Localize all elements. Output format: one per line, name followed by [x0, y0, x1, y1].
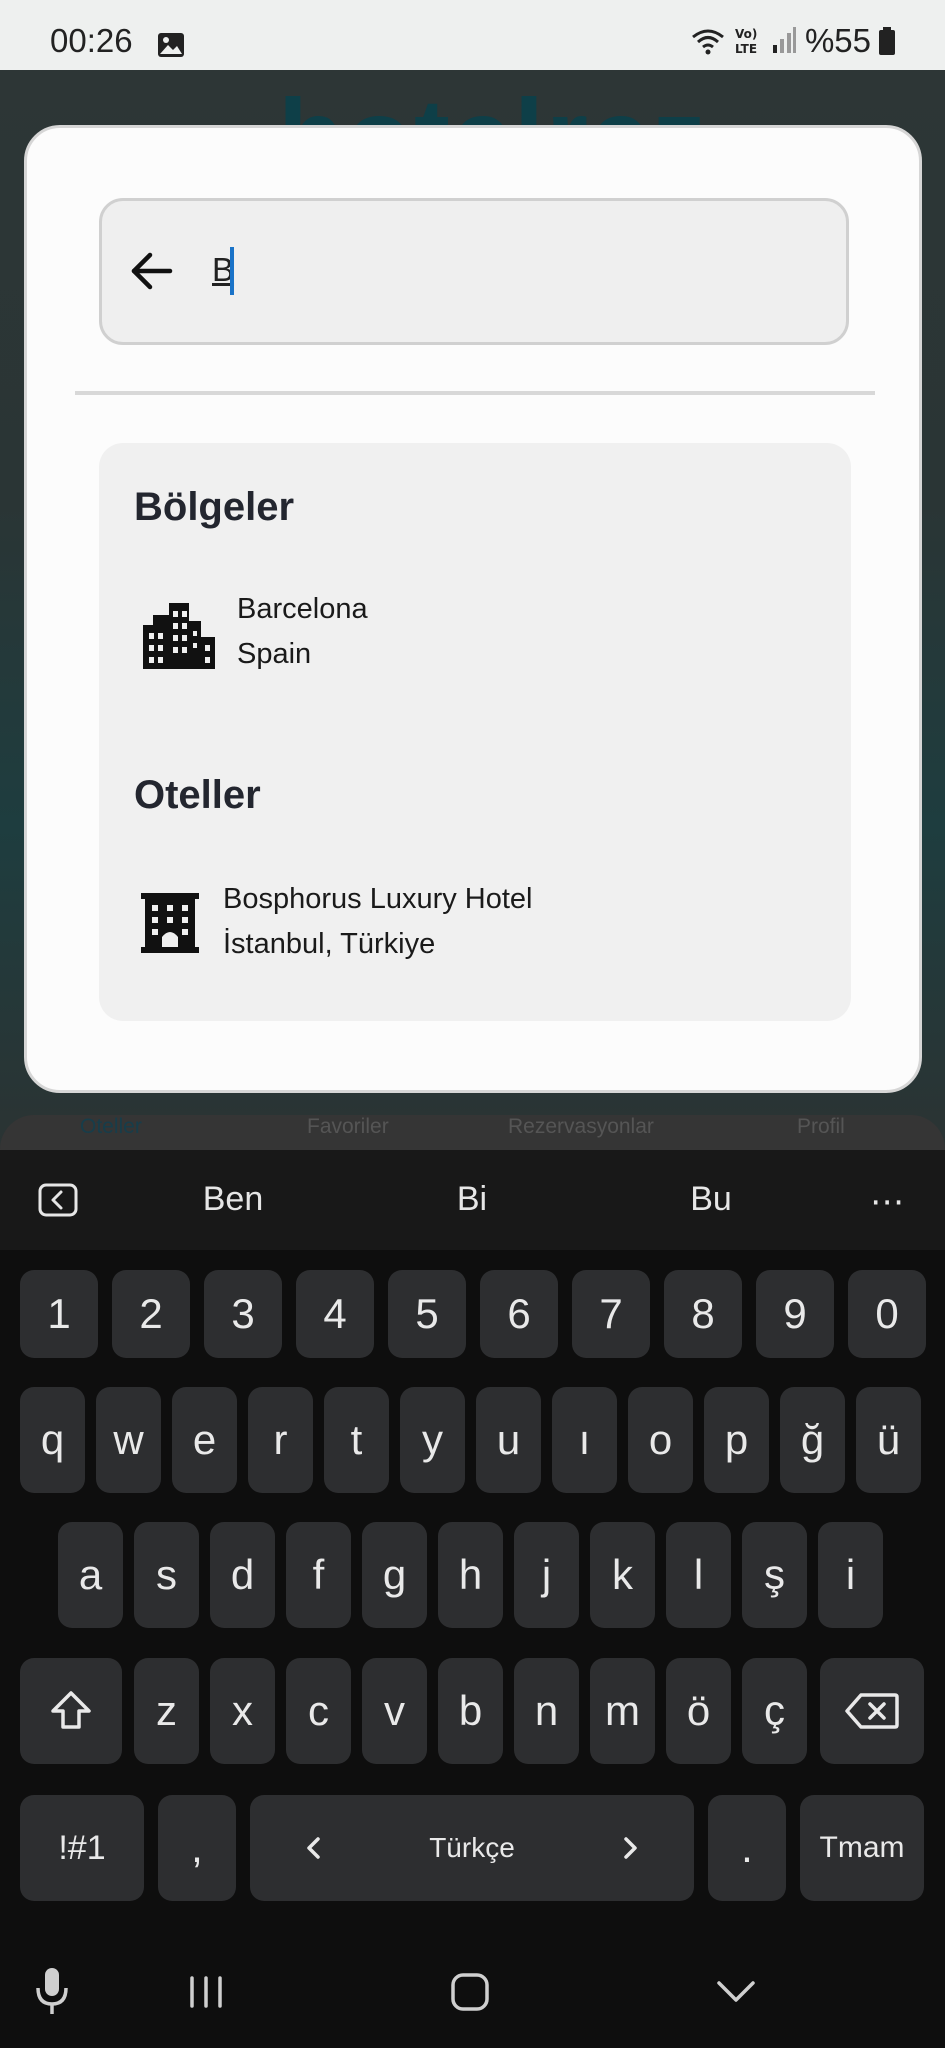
volte-icon: Vo) LTE	[735, 27, 757, 56]
key-3[interactable]: 3	[204, 1270, 282, 1358]
key-2[interactable]: 2	[112, 1270, 190, 1358]
nav-hotels[interactable]: Oteller	[80, 1115, 142, 1139]
key-m[interactable]: m	[590, 1658, 655, 1764]
suggestion-bar: Ben Bi Bu ⋯	[0, 1150, 945, 1250]
backspace-key[interactable]	[820, 1658, 924, 1764]
key-h[interactable]: h	[438, 1522, 503, 1628]
city-icon	[143, 603, 215, 669]
chevron-right-icon	[624, 1837, 637, 1859]
key-w[interactable]: w	[96, 1387, 161, 1493]
key-a[interactable]: a	[58, 1522, 123, 1628]
key-o[interactable]: o	[628, 1387, 693, 1493]
key-u-umlaut[interactable]: ü	[856, 1387, 921, 1493]
nav-reservations[interactable]: Rezervasyonlar	[508, 1115, 654, 1139]
suggestion-3[interactable]: Bu	[611, 1180, 811, 1219]
status-bar: 00:26 Vo) LTE %55	[0, 0, 945, 70]
region-country: Spain	[237, 638, 312, 670]
key-e[interactable]: e	[172, 1387, 237, 1493]
divider	[75, 391, 875, 395]
key-i[interactable]: i	[818, 1522, 883, 1628]
key-5[interactable]: 5	[388, 1270, 466, 1358]
key-v[interactable]: v	[362, 1658, 427, 1764]
shift-icon	[51, 1691, 91, 1729]
status-icons: Vo) LTE %55	[691, 22, 895, 60]
battery-percent: %55	[804, 22, 871, 59]
wifi-icon	[692, 29, 724, 55]
key-8[interactable]: 8	[664, 1270, 742, 1358]
arrow-left-icon[interactable]	[130, 251, 174, 291]
key-1[interactable]: 1	[20, 1270, 98, 1358]
key-g-breve[interactable]: ğ	[780, 1387, 845, 1493]
key-z[interactable]: z	[134, 1658, 199, 1764]
hotel-building-icon	[141, 893, 199, 953]
key-4[interactable]: 4	[296, 1270, 374, 1358]
svg-text:Vo): Vo)	[735, 27, 757, 41]
status-time: 00:26	[50, 22, 133, 59]
key-k[interactable]: k	[590, 1522, 655, 1628]
chevron-down-icon[interactable]	[716, 1980, 756, 2004]
key-q[interactable]: q	[20, 1387, 85, 1493]
regions-title: Bölgeler	[134, 485, 295, 529]
region-result-item[interactable]: Barcelona Spain	[99, 583, 851, 693]
key-9[interactable]: 9	[756, 1270, 834, 1358]
signal-icon	[772, 27, 796, 53]
region-name: Barcelona	[237, 593, 368, 625]
symbols-key[interactable]: !#1	[20, 1795, 144, 1901]
key-b[interactable]: b	[438, 1658, 503, 1764]
key-d[interactable]: d	[210, 1522, 275, 1628]
hotel-location: İstanbul, Türkiye	[223, 928, 436, 960]
key-c[interactable]: c	[286, 1658, 351, 1764]
key-y[interactable]: y	[400, 1387, 465, 1493]
key-s-cedilla[interactable]: ş	[742, 1522, 807, 1628]
hotel-result-item[interactable]: Bosphorus Luxury Hotel İstanbul, Türkiye	[99, 873, 851, 983]
nav-favorites[interactable]: Favoriler	[307, 1115, 389, 1139]
battery-icon	[879, 27, 895, 55]
nav-profile[interactable]: Profil	[797, 1115, 845, 1139]
done-key[interactable]: Tmam	[800, 1795, 924, 1901]
space-key[interactable]: Türkçe	[250, 1795, 694, 1901]
shift-key[interactable]	[20, 1658, 122, 1764]
keyboard: Ben Bi Bu ⋯ 1 2 3 4 5 6 7 8 9 0 q w e r …	[0, 1150, 945, 1920]
search-results: Bölgeler Barcelona Spain Oteller Bosphor…	[99, 443, 851, 1021]
period-key[interactable]: .	[708, 1795, 786, 1901]
comma-key[interactable]: ,	[158, 1795, 236, 1901]
suggestion-2[interactable]: Bi	[372, 1180, 572, 1219]
svg-text:LTE: LTE	[735, 42, 757, 56]
key-t[interactable]: t	[324, 1387, 389, 1493]
key-n[interactable]: n	[514, 1658, 579, 1764]
search-input[interactable]: B	[99, 198, 849, 345]
key-x[interactable]: x	[210, 1658, 275, 1764]
recent-apps-icon[interactable]	[186, 1974, 226, 2010]
suggestion-1[interactable]: Ben	[133, 1180, 333, 1219]
key-f[interactable]: f	[286, 1522, 351, 1628]
key-l[interactable]: l	[666, 1522, 731, 1628]
system-nav-bar	[0, 1920, 945, 2048]
keyboard-collapse-icon[interactable]	[38, 1183, 78, 1217]
hotels-title: Oteller	[134, 773, 261, 817]
key-6[interactable]: 6	[480, 1270, 558, 1358]
microphone-icon[interactable]	[34, 1966, 70, 2016]
key-o-umlaut[interactable]: ö	[666, 1658, 731, 1764]
gallery-icon	[158, 33, 184, 57]
backspace-icon	[845, 1693, 899, 1729]
key-p[interactable]: p	[704, 1387, 769, 1493]
key-7[interactable]: 7	[572, 1270, 650, 1358]
key-r[interactable]: r	[248, 1387, 313, 1493]
key-u[interactable]: u	[476, 1387, 541, 1493]
key-0[interactable]: 0	[848, 1270, 926, 1358]
more-options-icon[interactable]: ⋯	[870, 1182, 905, 1222]
chevron-left-icon	[307, 1837, 320, 1859]
key-s[interactable]: s	[134, 1522, 199, 1628]
key-j[interactable]: j	[514, 1522, 579, 1628]
home-icon[interactable]	[450, 1972, 490, 2012]
text-caret	[230, 247, 234, 295]
key-c-cedilla[interactable]: ç	[742, 1658, 807, 1764]
hotel-name: Bosphorus Luxury Hotel	[223, 883, 533, 915]
key-dotless-i[interactable]: ı	[552, 1387, 617, 1493]
key-g[interactable]: g	[362, 1522, 427, 1628]
space-key-label: Türkçe	[429, 1832, 515, 1863]
search-dialog: B Bölgeler Barcelona Spain Oteller Bosph…	[24, 125, 922, 1093]
